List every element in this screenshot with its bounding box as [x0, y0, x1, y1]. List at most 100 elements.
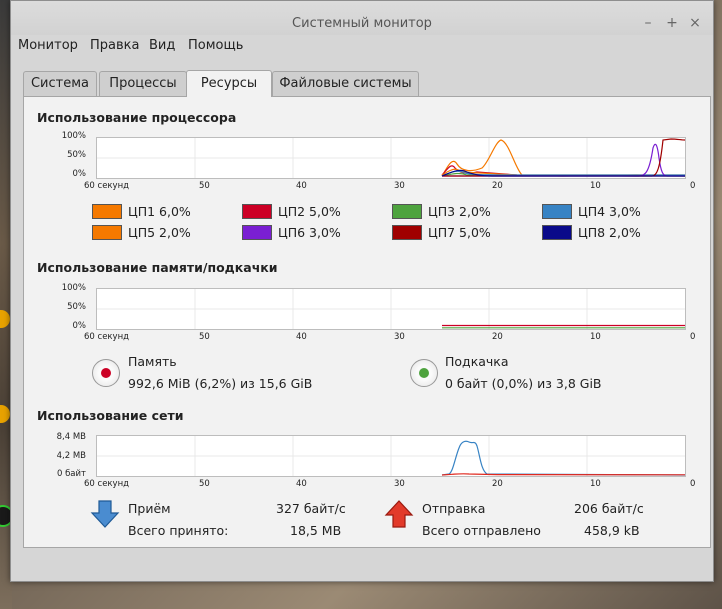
tab-system[interactable]: Система: [23, 71, 97, 96]
network-grid: [97, 436, 685, 476]
cpu-legend-text: ЦП1 6,0%: [128, 204, 191, 219]
memory-pie-dot: [101, 368, 111, 378]
cpu-legend-label: ЦП7: [428, 225, 456, 240]
cpu-y-label: 50%: [67, 150, 86, 160]
memory-x-label: 10: [590, 332, 601, 342]
network-y-label: 4,2 MB: [56, 451, 86, 461]
tab-resources[interactable]: Ресурсы: [186, 70, 272, 97]
memory-graph: [96, 288, 686, 330]
cpu-legend-text: ЦП4 3,0%: [578, 204, 641, 219]
cpu-legend-value: 3,0%: [309, 225, 341, 240]
memory-y-label: 0%: [72, 321, 87, 331]
send-arrow-icon: [384, 500, 414, 528]
network-x-label: 40: [296, 479, 307, 489]
cpu-color-swatch[interactable]: [542, 204, 572, 219]
window-title: Системный монитор: [292, 16, 432, 31]
cpu-legend-value: 3,0%: [609, 204, 641, 219]
swap-value: 0 байт (0,0%) из 3,8 GiB: [445, 376, 602, 391]
cpu-y-label: 0%: [72, 169, 87, 179]
cpu-x-label: 20: [492, 181, 503, 191]
swap-pie-icon: [410, 359, 438, 387]
cpu-x-label: 40: [296, 181, 307, 191]
cpu-x-label: 0: [690, 181, 696, 191]
cpu-legend-label: ЦП5: [128, 225, 156, 240]
cpu-color-swatch[interactable]: [242, 204, 272, 219]
cpu-graph-plot: [97, 138, 685, 178]
receive-rate: 327 байт/с: [276, 501, 346, 516]
cpu-legend-text: ЦП5 2,0%: [128, 225, 191, 240]
memory-graph-plot: [97, 289, 685, 329]
system-monitor-window: Системный монитор – + × Монитор Правка В…: [10, 0, 714, 582]
cpu-legend-text: ЦП8 2,0%: [578, 225, 641, 240]
menu-view[interactable]: Вид: [149, 38, 175, 53]
send-total: 458,9 kB: [584, 523, 640, 538]
cpu-grid: [97, 138, 685, 178]
cpu-legend-label: ЦП3: [428, 204, 456, 219]
memory-pie-icon: [92, 359, 120, 387]
cpu-legend-text: ЦП7 5,0%: [428, 225, 491, 240]
network-section-title: Использование сети: [37, 408, 184, 423]
receive-line: [441, 440, 685, 476]
network-y-label: 8,4 MB: [56, 432, 86, 442]
cpu-section-title: Использование процессора: [37, 110, 237, 125]
tab-filesystems[interactable]: Файловые системы: [272, 71, 419, 96]
cpu-color-swatch[interactable]: [392, 225, 422, 240]
network-x-label: 10: [590, 479, 601, 489]
network-x-label: 0: [690, 479, 696, 489]
menu-bar: Монитор Правка Вид Помощь: [11, 35, 713, 57]
memory-x-label: 0: [690, 332, 696, 342]
cpu-color-swatch[interactable]: [542, 225, 572, 240]
cpu-legend-text: ЦП2 5,0%: [278, 204, 341, 219]
network-graph: [96, 435, 686, 477]
swap-label: Подкачка: [445, 354, 509, 369]
cpu-legend-label: ЦП2: [278, 204, 306, 219]
memory-label: Память: [128, 354, 177, 369]
memory-y-label: 50%: [67, 302, 86, 312]
cpu6-line: [442, 143, 685, 177]
cpu-color-swatch[interactable]: [92, 225, 122, 240]
network-x-label: 50: [199, 479, 210, 489]
memory-x-label: 40: [296, 332, 307, 342]
cpu-graph: [96, 137, 686, 179]
memory-grid: [97, 289, 685, 329]
memory-section-title: Использование памяти/подкачки: [37, 260, 278, 275]
receive-total-label: Всего принято:: [128, 523, 229, 538]
menu-edit[interactable]: Правка: [90, 38, 139, 53]
cpu-legend-label: ЦП4: [578, 204, 606, 219]
receive-total: 18,5 MB: [290, 523, 342, 538]
network-x-label: 20: [492, 479, 503, 489]
memory-x-label: 30: [394, 332, 405, 342]
memory-y-label: 100%: [61, 283, 86, 293]
swap-pie-dot: [419, 368, 429, 378]
memory-value: 992,6 MiB (6,2%) из 15,6 GiB: [128, 376, 313, 391]
cpu-x-label: 50: [199, 181, 210, 191]
send-label: Отправка: [422, 501, 486, 516]
cpu-legend-value: 2,0%: [609, 225, 641, 240]
send-total-label: Всего отправлено: [422, 523, 541, 538]
cpu-y-label: 100%: [61, 131, 86, 141]
receive-arrow-icon: [90, 500, 120, 528]
resources-panel: Использование процессора 100% 50% 0% 60 …: [23, 96, 711, 548]
cpu-legend-label: ЦП6: [278, 225, 306, 240]
minimize-button[interactable]: –: [641, 15, 655, 31]
cpu-color-swatch[interactable]: [92, 204, 122, 219]
send-rate: 206 байт/с: [574, 501, 644, 516]
cpu-legend-label: ЦП8: [578, 225, 606, 240]
title-bar[interactable]: Системный монитор – + ×: [11, 1, 713, 35]
menu-help[interactable]: Помощь: [188, 38, 243, 53]
memory-x-label: 60 секунд: [84, 332, 130, 342]
cpu-color-swatch[interactable]: [392, 204, 422, 219]
cpu-legend-value: 6,0%: [159, 204, 191, 219]
menu-monitor[interactable]: Монитор: [18, 38, 78, 53]
network-x-label: 30: [394, 479, 405, 489]
maximize-button[interactable]: +: [665, 15, 679, 31]
cpu-x-label: 30: [394, 181, 405, 191]
network-y-label: 0 байт: [56, 469, 86, 479]
cpu-legend-value: 2,0%: [159, 225, 191, 240]
cpu-color-swatch[interactable]: [242, 225, 272, 240]
tab-processes[interactable]: Процессы: [99, 71, 187, 96]
network-graph-plot: [97, 436, 685, 476]
close-button[interactable]: ×: [688, 15, 702, 31]
cpu-legend-label: ЦП1: [128, 204, 156, 219]
cpu-legend-text: ЦП3 2,0%: [428, 204, 491, 219]
